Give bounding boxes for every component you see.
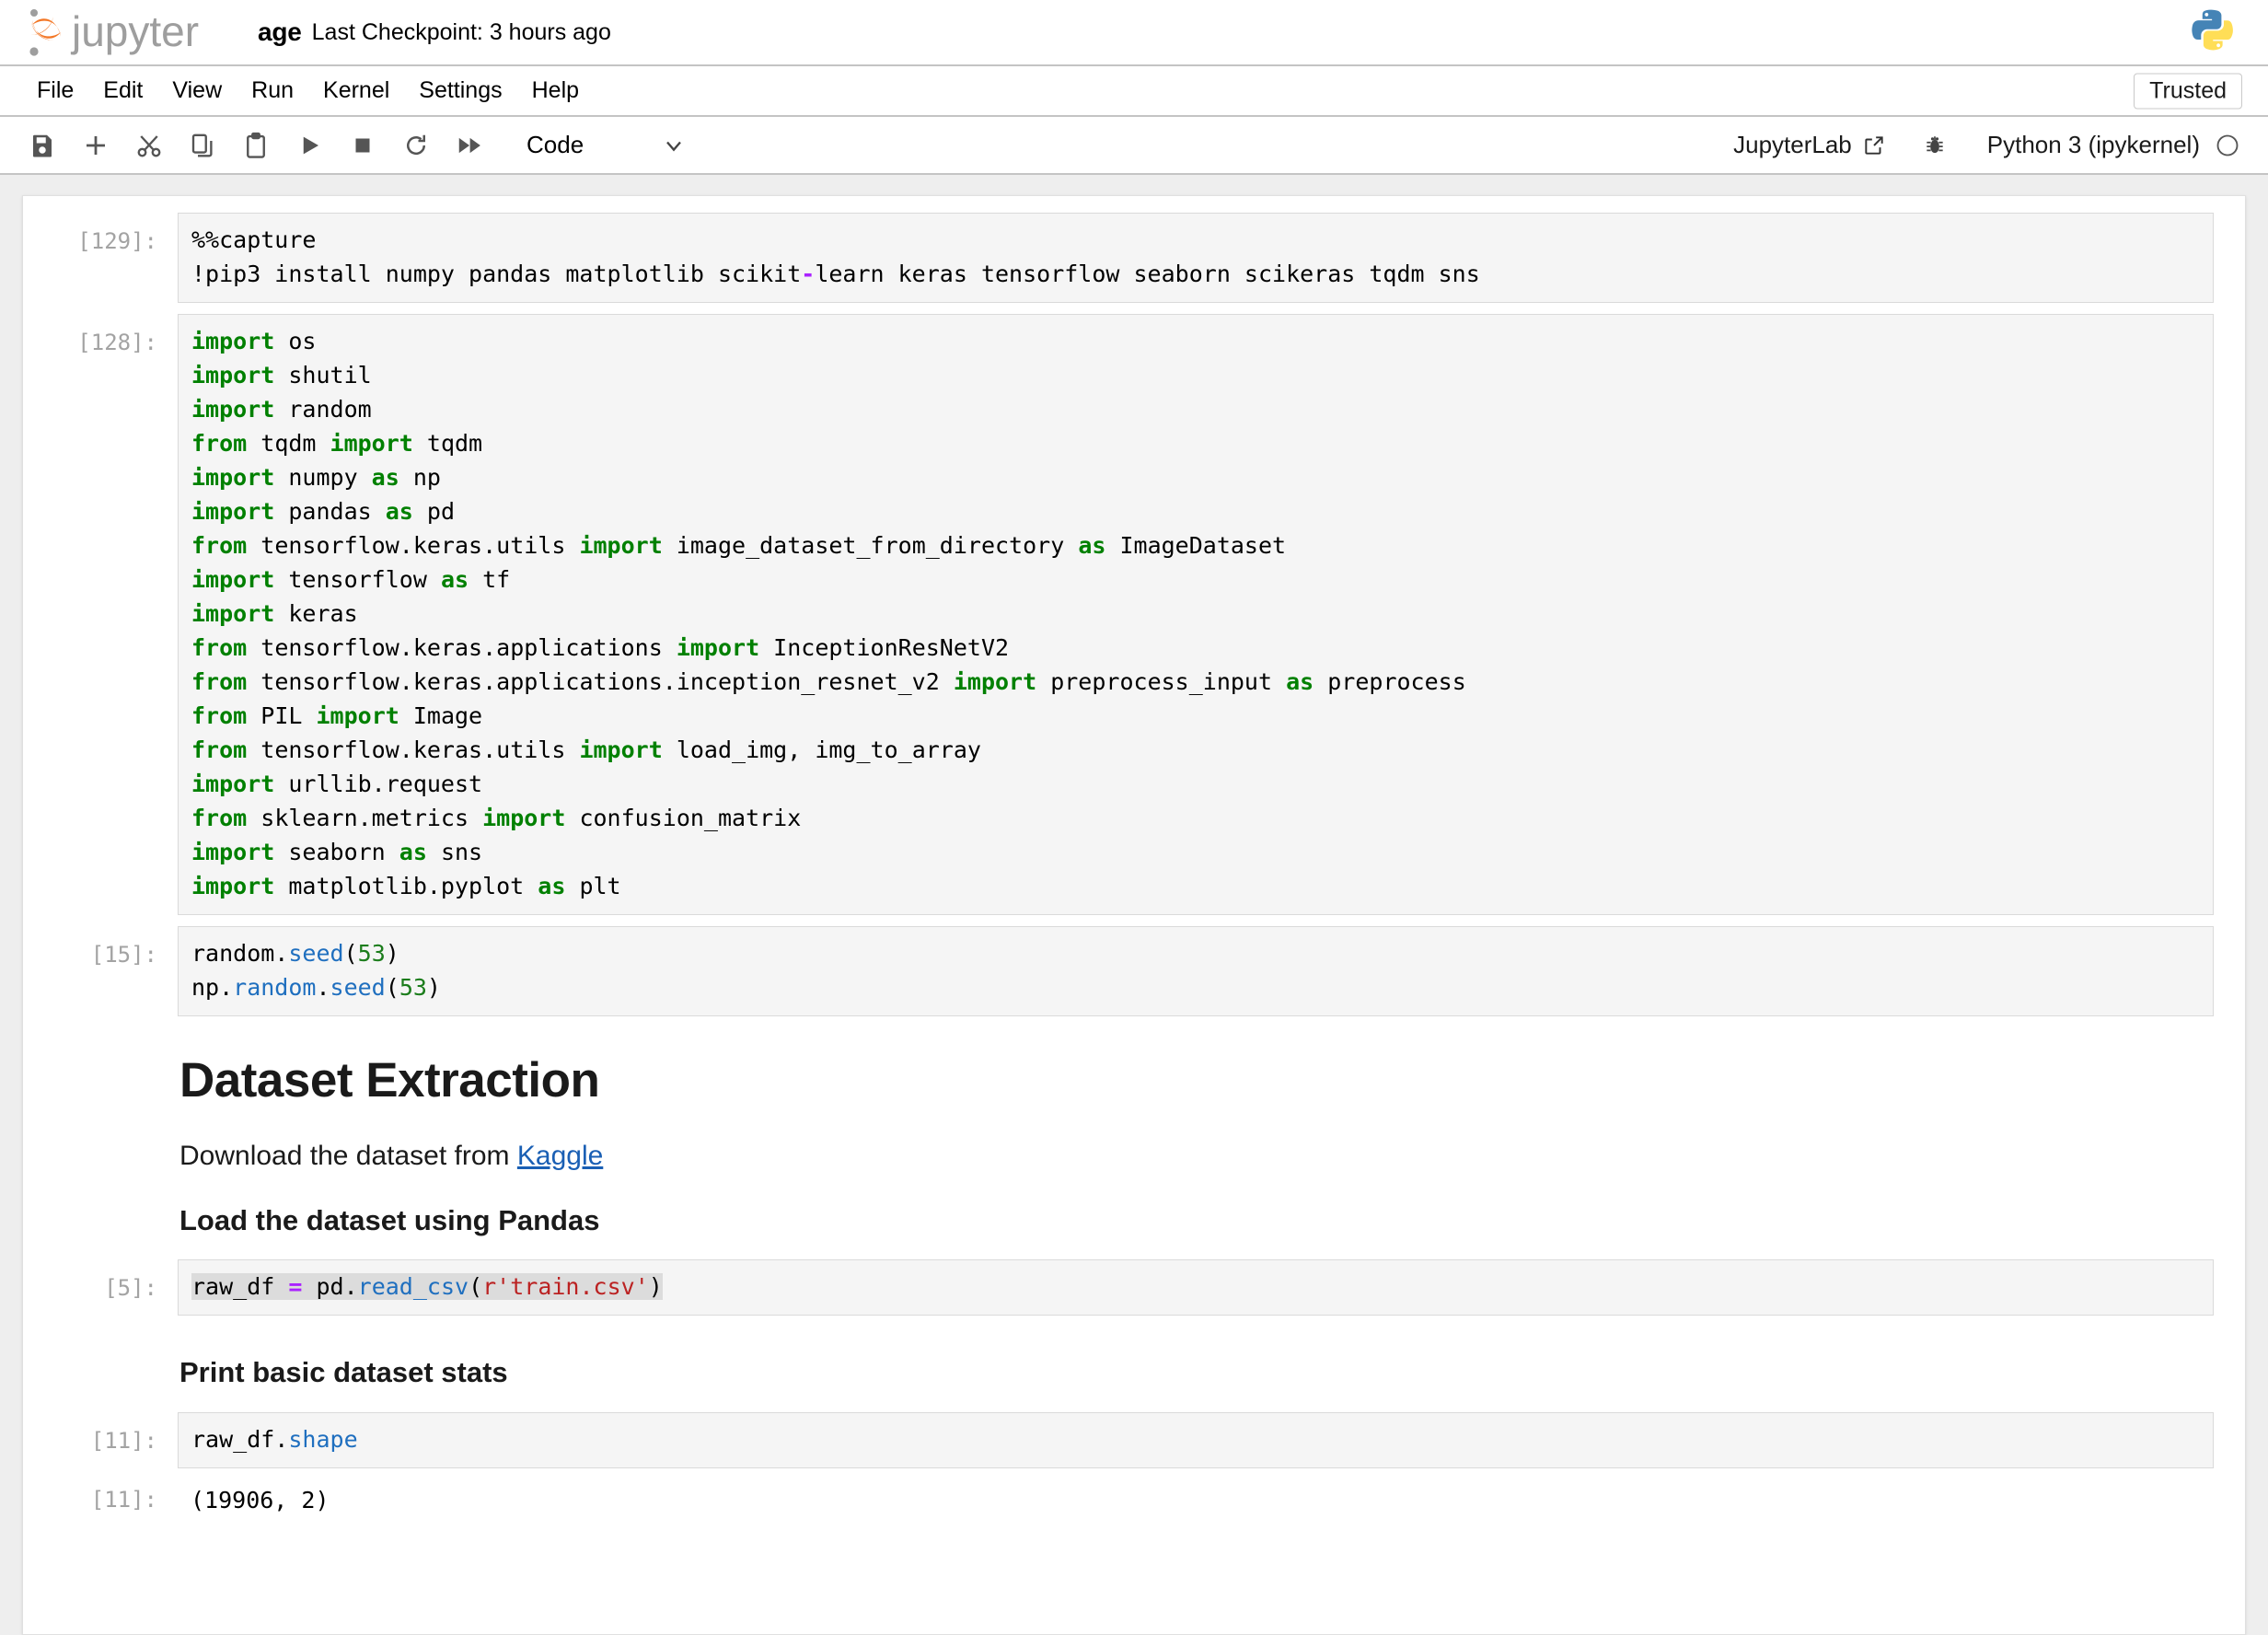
code-line: random.seed(53) — [191, 940, 399, 967]
external-link-icon — [1862, 133, 1886, 157]
cell-source[interactable]: import os import shutil import random fr… — [191, 324, 2200, 903]
page-title: Dataset Extraction — [179, 1051, 2214, 1110]
output-cell: [11]: (19906, 2) — [23, 1479, 2245, 1517]
cell-prompt: [129]: — [23, 213, 178, 259]
jupyter-logo-icon[interactable]: jupyter — [24, 6, 237, 59]
menu-item-file[interactable]: File — [22, 74, 88, 108]
notebook-name[interactable]: age — [258, 17, 302, 47]
menu-item-help[interactable]: Help — [517, 74, 594, 108]
menu-bar: File Edit View Run Kernel Settings Help … — [0, 66, 2268, 117]
play-icon[interactable] — [287, 123, 331, 168]
paste-icon[interactable] — [234, 123, 278, 168]
code-cell[interactable]: [11]: raw_df.shape — [23, 1412, 2245, 1468]
code-line: import random — [191, 396, 372, 423]
scissors-icon[interactable] — [127, 123, 171, 168]
cell-input-area[interactable]: %%capture !pip3 install numpy pandas mat… — [178, 213, 2214, 303]
notebook-panel: [129]: %%capture !pip3 install numpy pan… — [22, 195, 2246, 1635]
code-line: %%capture — [191, 226, 316, 253]
code-line: import numpy as np — [191, 464, 441, 491]
python-logo-icon — [2189, 7, 2235, 58]
menu-item-view[interactable]: View — [157, 74, 237, 108]
code-line: from PIL import Image — [191, 702, 482, 729]
kaggle-link[interactable]: Kaggle — [517, 1141, 603, 1171]
cell-type-value: Code — [526, 131, 584, 159]
code-cell[interactable]: [129]: %%capture !pip3 install numpy pan… — [23, 213, 2245, 303]
cell-prompt-empty — [23, 1027, 178, 1039]
jupyterlab-link[interactable]: JupyterLab — [1733, 131, 1886, 159]
code-line: import seaborn as sns — [191, 839, 482, 865]
code-line: from tensorflow.keras.applications.incep… — [191, 668, 1466, 695]
svg-text:jupyter: jupyter — [70, 7, 199, 55]
fast-forward-icon[interactable] — [447, 123, 492, 168]
stop-icon[interactable] — [341, 123, 385, 168]
spacer — [23, 1392, 2245, 1412]
menu-item-settings[interactable]: Settings — [404, 74, 516, 108]
code-line: from tensorflow.keras.applications impor… — [191, 634, 1009, 661]
code-line: import urllib.request — [191, 771, 482, 797]
cell-prompt: [15]: — [23, 926, 178, 972]
code-line: from sklearn.metrics import confusion_ma… — [191, 805, 801, 831]
notebook-toolbar: Code JupyterLab Python 3 (ipykernel) — [0, 117, 2268, 175]
code-line: import tensorflow as tf — [191, 566, 510, 593]
save-icon[interactable] — [20, 123, 64, 168]
cell-source[interactable]: %%capture !pip3 install numpy pandas mat… — [191, 223, 2200, 291]
cell-prompt-empty — [23, 1327, 178, 1339]
code-line: import matplotlib.pyplot as plt — [191, 873, 621, 899]
cell-input-area[interactable]: random.seed(53) np.random.seed(53) — [178, 926, 2214, 1016]
kernel-idle-circle-icon[interactable] — [2215, 133, 2240, 158]
paragraph-text: Download the dataset from — [179, 1141, 517, 1171]
cell-prompt: [128]: — [23, 314, 178, 360]
code-line: import os — [191, 328, 316, 354]
cell-input-area[interactable]: raw_df = pd.read_csv(r'train.csv') — [178, 1259, 2214, 1316]
cell-input-area[interactable]: import os import shutil import random fr… — [178, 314, 2214, 915]
menu-item-kernel[interactable]: Kernel — [308, 74, 404, 108]
markdown-cell[interactable]: Print basic dataset stats — [23, 1327, 2245, 1391]
code-line: raw_df = pd.read_csv(r'train.csv') — [191, 1273, 663, 1300]
last-checkpoint-label: Last Checkpoint: 3 hours ago — [312, 19, 611, 46]
plus-icon[interactable] — [74, 123, 118, 168]
code-line: np.random.seed(53) — [191, 974, 441, 1001]
cell-source[interactable]: raw_df.shape — [191, 1422, 2200, 1456]
markdown-cell[interactable]: Load the dataset using Pandas — [23, 1175, 2245, 1239]
code-line: import keras — [191, 600, 358, 627]
output-prompt: [11]: — [23, 1479, 178, 1517]
cell-prompt: [5]: — [23, 1259, 178, 1305]
code-line: raw_df.shape — [191, 1426, 358, 1453]
output-text: (19906, 2) — [178, 1479, 2214, 1517]
cell-source[interactable]: random.seed(53) np.random.seed(53) — [191, 936, 2200, 1004]
code-cell[interactable]: [128]: import os import shutil import ra… — [23, 314, 2245, 915]
toolbar-right-group: JupyterLab Python 3 (ipykernel) — [1733, 117, 2240, 173]
code-line: import pandas as pd — [191, 498, 455, 525]
jupyterlab-label: JupyterLab — [1733, 131, 1852, 159]
bug-icon[interactable] — [1923, 133, 1947, 157]
restart-icon[interactable] — [394, 123, 438, 168]
menu-item-edit[interactable]: Edit — [88, 74, 157, 108]
code-line: import shutil — [191, 362, 372, 388]
code-line: from tensorflow.keras.utils import image… — [191, 532, 1286, 559]
cell-prompt: [11]: — [23, 1412, 178, 1458]
code-line: !pip3 install numpy pandas matplotlib sc… — [191, 261, 1480, 287]
code-line: from tqdm import tqdm — [191, 430, 482, 457]
code-cell-selected[interactable]: [5]: raw_df = pd.read_csv(r'train.csv') — [23, 1259, 2245, 1316]
markdown-cell[interactable]: Dataset Extraction Download the dataset … — [23, 1027, 2245, 1175]
section-heading-print-stats: Print basic dataset stats — [179, 1354, 2214, 1391]
trusted-badge[interactable]: Trusted — [2134, 73, 2242, 109]
cell-type-dropdown[interactable]: Code — [526, 131, 687, 159]
kernel-name-label[interactable]: Python 3 (ipykernel) — [1987, 131, 2200, 159]
spacer — [23, 1239, 2245, 1259]
code-cell[interactable]: [15]: random.seed(53) np.random.seed(53) — [23, 926, 2245, 1016]
menu-item-run[interactable]: Run — [237, 74, 308, 108]
chevron-down-icon — [661, 133, 687, 158]
cell-prompt-empty — [23, 1175, 178, 1187]
notebook-page-background: [129]: %%capture !pip3 install numpy pan… — [0, 175, 2268, 1635]
section-heading-load-dataset: Load the dataset using Pandas — [179, 1202, 2214, 1239]
copy-icon[interactable] — [180, 123, 225, 168]
cell-source[interactable]: raw_df = pd.read_csv(r'train.csv') — [191, 1270, 2200, 1304]
code-line: from tensorflow.keras.utils import load_… — [191, 736, 981, 763]
jupyter-header-bar: jupyter age Last Checkpoint: 3 hours ago — [0, 0, 2268, 66]
cell-input-area[interactable]: raw_df.shape — [178, 1412, 2214, 1468]
dataset-download-paragraph: Download the dataset from Kaggle — [179, 1138, 2214, 1176]
